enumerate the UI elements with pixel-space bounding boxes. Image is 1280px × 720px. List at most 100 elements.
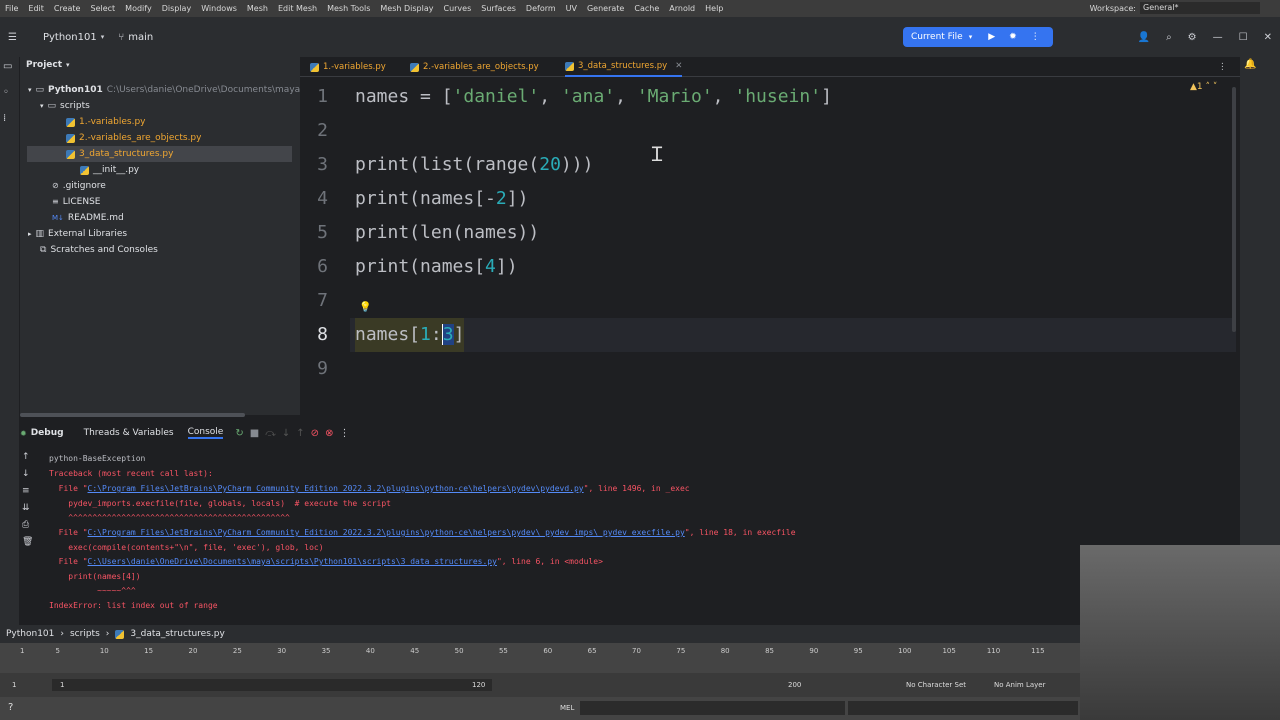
maya-menu-item[interactable]: Curves <box>438 4 476 13</box>
code-line: print(names[4]) <box>355 256 518 277</box>
maya-menu-item[interactable]: Help <box>700 4 728 13</box>
help-icon[interactable]: ? <box>8 702 13 713</box>
tree-item-file[interactable]: ⊘ .gitignore <box>52 178 106 194</box>
mel-input[interactable] <box>580 701 845 715</box>
maximize-icon[interactable]: ☐ <box>1239 32 1248 43</box>
tree-item-file[interactable]: M↓ README.md <box>52 210 124 226</box>
maya-menu-item[interactable]: Windows <box>196 4 242 13</box>
maya-menu-item[interactable]: Mesh <box>242 4 273 13</box>
trash-icon[interactable]: 🗑 <box>22 537 38 554</box>
tree-item-file[interactable]: ≡ LICENSE <box>52 194 100 210</box>
down-icon[interactable]: ↓ <box>22 469 38 486</box>
step-into-icon[interactable]: ↓ <box>282 428 290 439</box>
more-icon[interactable]: ⋮ <box>1031 32 1040 42</box>
step-out-icon[interactable]: ↑ <box>296 428 304 439</box>
maya-menu-item[interactable]: Surfaces <box>476 4 521 13</box>
project-selector[interactable]: Python101 <box>43 32 97 43</box>
project-panel-title[interactable]: Project ▾ <box>26 57 70 73</box>
breakpoints-icon[interactable]: ⊘ <box>311 428 319 439</box>
gear-icon[interactable]: ⚙ <box>1188 32 1197 43</box>
range-end[interactable]: 120 <box>472 681 485 689</box>
tab-threads-variables[interactable]: Threads & Variables <box>84 428 174 438</box>
main-menu-icon[interactable]: ☰ <box>8 32 17 43</box>
warning-indicator[interactable]: ▲1 ˄ ˅ <box>1190 82 1217 92</box>
workspace-selector[interactable]: Workspace: General* <box>1090 2 1260 14</box>
breadcrumb-item[interactable]: scripts <box>70 629 100 639</box>
maya-menu-item[interactable]: Edit Mesh <box>273 4 322 13</box>
start-frame[interactable]: 1 <box>12 681 16 689</box>
tree-item-external-libraries[interactable]: ▸ ▥ External Libraries <box>28 226 127 242</box>
breadcrumb-item[interactable]: Python101 <box>6 629 54 639</box>
code-line: print(names[-2]) <box>355 188 529 209</box>
range-slider-track[interactable] <box>52 679 492 691</box>
rerun-icon[interactable]: ↻ <box>235 428 243 439</box>
breadcrumb-item[interactable]: 3_data_structures.py <box>130 629 224 639</box>
range-start[interactable]: 1 <box>60 681 64 689</box>
minimize-icon[interactable]: — <box>1213 32 1223 43</box>
branch-icon: ⑂ <box>118 31 125 43</box>
tree-item-label: scripts <box>60 101 90 111</box>
maya-menu-item[interactable]: Select <box>85 4 120 13</box>
up-icon[interactable]: ↑ <box>22 452 38 469</box>
timeline-tick: 45 <box>410 647 420 655</box>
tab-variables[interactable]: 1.-variables.py <box>310 57 386 77</box>
console-output[interactable]: python-BaseException Traceback (most rec… <box>40 452 1230 617</box>
tree-item-file[interactable]: 2.-variables_are_objects.py <box>66 130 201 146</box>
tree-item-scratches[interactable]: ⧉ Scratches and Consoles <box>40 242 158 258</box>
intention-bulb-icon[interactable]: 💡 <box>359 302 371 313</box>
anim-layer-selector[interactable]: No Anim Layer <box>994 681 1045 689</box>
structure-icon[interactable]: ⁞ <box>3 113 6 124</box>
tree-item-file[interactable]: 1.-variables.py <box>66 114 146 130</box>
print-icon[interactable]: ⎙ <box>22 520 38 537</box>
commit-icon[interactable]: ◦ <box>3 87 9 98</box>
close-icon[interactable]: ✕ <box>1264 32 1272 43</box>
horizontal-scrollbar[interactable] <box>20 413 245 417</box>
stop-icon[interactable]: ■ <box>250 428 259 439</box>
tree-item-file[interactable]: __init__.py <box>80 162 139 178</box>
tab-console[interactable]: Console <box>187 427 224 439</box>
maya-menu-item[interactable]: Create <box>49 4 86 13</box>
add-user-icon[interactable]: 👤 <box>1138 32 1150 43</box>
folder-icon[interactable]: ▭ <box>3 61 12 72</box>
maya-menu-item[interactable]: File <box>0 4 23 13</box>
tab-data-structures[interactable]: 3_data_structures.py ✕ <box>565 56 683 77</box>
more-icon[interactable]: ⋮ <box>339 428 349 439</box>
tree-item-file-selected[interactable]: 3_data_structures.py <box>27 146 292 162</box>
tree-item-scripts[interactable]: ▾ ▭ scripts <box>40 98 90 114</box>
tab-variables-are-objects[interactable]: 2.-variables_are_objects.py <box>410 57 539 77</box>
maya-menu-item[interactable]: Deform <box>521 4 561 13</box>
maya-menu-item[interactable]: Modify <box>120 4 157 13</box>
maya-menu-item[interactable]: Edit <box>23 4 49 13</box>
run-icon[interactable]: ▶ <box>988 32 995 42</box>
tab-options-icon[interactable]: ⋮ <box>1218 57 1227 77</box>
run-config-selector[interactable]: Current File ▾ ▶ ✹ ⋮ <box>903 27 1053 47</box>
markdown-file-icon: M↓ <box>52 214 64 222</box>
close-tab-icon[interactable]: ✕ <box>675 56 682 76</box>
maya-menu-item[interactable]: Mesh Tools <box>322 4 375 13</box>
file-link[interactable]: C:\Users\danie\OneDrive\Documents\maya\s… <box>88 557 497 566</box>
maya-menu-item[interactable]: Arnold <box>664 4 700 13</box>
maya-menu-item[interactable]: Display <box>157 4 197 13</box>
code-editor[interactable]: names = ['daniel', 'ana', 'Mario', 'huse… <box>355 80 1235 410</box>
notifications-icon[interactable]: 🔔 <box>1244 59 1256 70</box>
mute-breakpoints-icon[interactable]: ⊗ <box>325 428 333 439</box>
wrap-icon[interactable]: ≡ <box>22 486 38 503</box>
scroll-end-icon[interactable]: ⇊ <box>22 503 38 520</box>
debug-icon[interactable]: ✹ <box>1009 32 1017 42</box>
editor-scrollbar[interactable] <box>1232 87 1236 332</box>
branch-selector[interactable]: main <box>128 32 153 43</box>
mel-label[interactable]: MEL <box>560 704 574 712</box>
maya-menu-item[interactable]: Mesh Display <box>375 4 438 13</box>
python-file-icon <box>66 149 75 159</box>
tree-item-project-root[interactable]: ▾ ▭ Python101 C:\Users\danie\OneDrive\Doc… <box>28 82 300 98</box>
step-over-icon[interactable]: ⤼ <box>265 428 276 439</box>
end-frame[interactable]: 200 <box>788 681 801 689</box>
tab-debug[interactable]: Debug <box>31 428 64 438</box>
maya-menu-item[interactable]: UV <box>561 4 582 13</box>
maya-menu-item[interactable]: Generate <box>582 4 629 13</box>
maya-menu-item[interactable]: Cache <box>629 4 664 13</box>
file-link[interactable]: C:\Program Files\JetBrains\PyCharm Commu… <box>88 484 584 493</box>
file-link[interactable]: C:\Program Files\JetBrains\PyCharm Commu… <box>88 528 685 537</box>
search-icon[interactable]: ⌕ <box>1166 32 1172 43</box>
character-set-selector[interactable]: No Character Set <box>906 681 966 689</box>
